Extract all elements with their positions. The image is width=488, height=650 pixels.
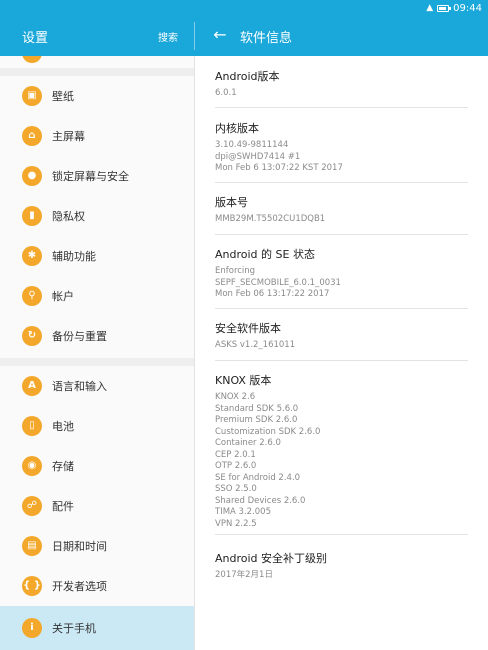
group-divider bbox=[0, 68, 195, 76]
info-value: Shared Devices 2.6.0 bbox=[215, 495, 306, 506]
developer-icon: { } bbox=[22, 576, 42, 596]
info-value: Mon Feb 06 13:17:22 2017 bbox=[215, 289, 330, 299]
info-value: SEPF_SECMOBILE_6.0.1_0031 bbox=[215, 277, 341, 288]
settings-menu: ▣ 壁纸 ⌂ 主屏幕 ● 锁定屏幕与安全 ▮ 隐私权 ✱ 辅助功能 ⚲ 帐户 ↻… bbox=[0, 56, 195, 650]
info-value: Container 2.6.0 bbox=[215, 438, 281, 448]
info-security-software: 安全软件版本 ASKS v1.2_161011 bbox=[195, 322, 488, 352]
menu-item-label: 配件 bbox=[52, 500, 74, 513]
page-title: 软件信息 bbox=[240, 31, 293, 46]
menu-item-accessibility[interactable]: ✱ 辅助功能 bbox=[0, 236, 195, 276]
header-divider bbox=[194, 22, 195, 50]
info-value: Mon Feb 6 13:07:22 KST 2017 bbox=[215, 163, 343, 173]
info-value: 3.10.49-9811144 bbox=[215, 140, 289, 150]
group-divider bbox=[0, 358, 195, 366]
status-time: 09:44 bbox=[453, 2, 482, 14]
battery-icon: ▯ bbox=[22, 416, 42, 436]
key-icon: ⚲ bbox=[22, 286, 42, 306]
info-value: 6.0.1 bbox=[215, 88, 237, 98]
info-value: Standard SDK 5.6.0 bbox=[215, 403, 299, 414]
info-value: TIMA 3.2.005 bbox=[215, 507, 271, 517]
menu-item-label: 锁定屏幕与安全 bbox=[52, 170, 129, 183]
info-title: 内核版本 bbox=[215, 122, 259, 135]
info-title: Android版本 bbox=[215, 70, 280, 83]
info-value: CEP 2.0.1 bbox=[215, 449, 256, 460]
menu-item-label: 帐户 bbox=[52, 290, 74, 303]
info-title: KNOX 版本 bbox=[215, 374, 272, 387]
menu-item-accounts[interactable]: ⚲ 帐户 bbox=[0, 276, 195, 316]
info-value: SSO 2.5.0 bbox=[215, 484, 257, 494]
info-title: Android 安全补丁级别 bbox=[215, 552, 328, 565]
info-value: ASKS v1.2_161011 bbox=[215, 340, 296, 350]
wifi-icon: ▲ bbox=[426, 3, 434, 13]
partially-hidden-icon bbox=[22, 56, 42, 63]
menu-item-label: 开发者选项 bbox=[52, 580, 107, 593]
menu-item-storage[interactable]: ◉ 存储 bbox=[0, 446, 195, 486]
menu-item-developer-options[interactable]: { } 开发者选项 bbox=[0, 566, 195, 606]
menu-item-backup-reset[interactable]: ↻ 备份与重置 bbox=[0, 316, 195, 356]
info-value: dpi@SWHD7414 #1 bbox=[215, 151, 301, 162]
info-divider bbox=[215, 234, 468, 235]
info-title: 安全软件版本 bbox=[215, 322, 281, 335]
info-divider bbox=[215, 107, 468, 108]
menu-item-privacy[interactable]: ▮ 隐私权 bbox=[0, 196, 195, 236]
back-arrow-icon[interactable]: ← bbox=[210, 24, 230, 46]
status-bar: ▲ 09:44 bbox=[0, 0, 488, 16]
info-divider bbox=[215, 182, 468, 183]
backup-icon: ↻ bbox=[22, 326, 42, 346]
software-info-panel: Android版本 6.0.1 内核版本 3.10.49-9811144 dpi… bbox=[195, 56, 488, 650]
info-divider bbox=[215, 534, 468, 535]
menu-item-language-input[interactable]: A 语言和输入 bbox=[0, 366, 195, 406]
home-icon: ⌂ bbox=[22, 126, 42, 146]
accessory-icon: ☍ bbox=[22, 496, 42, 516]
menu-item-label: 电池 bbox=[52, 420, 74, 433]
privacy-icon: ▮ bbox=[22, 206, 42, 226]
info-divider bbox=[215, 360, 468, 361]
menu-item-label: 主屏幕 bbox=[52, 130, 85, 143]
menu-item-battery[interactable]: ▯ 电池 bbox=[0, 406, 195, 446]
settings-title: 设置 bbox=[22, 31, 49, 46]
menu-item-label: 语言和输入 bbox=[52, 380, 107, 393]
menu-item-home-screen[interactable]: ⌂ 主屏幕 bbox=[0, 116, 195, 156]
menu-item-label: 关于手机 bbox=[52, 622, 96, 635]
info-se-status: Android 的 SE 状态 Enforcing SEPF_SECMOBILE… bbox=[195, 248, 488, 301]
lock-icon: ● bbox=[22, 166, 42, 186]
menu-item-accessories[interactable]: ☍ 配件 bbox=[0, 486, 195, 526]
info-android-version: Android版本 6.0.1 bbox=[195, 70, 488, 100]
info-knox-version: KNOX 版本 KNOX 2.6 Standard SDK 5.6.0 Prem… bbox=[195, 374, 488, 530]
calendar-icon: ▤ bbox=[22, 536, 42, 556]
info-security-patch: Android 安全补丁级别 2017年2月1日 bbox=[195, 552, 488, 582]
info-divider bbox=[215, 308, 468, 309]
menu-item-label: 日期和时间 bbox=[52, 540, 107, 553]
wallpaper-icon: ▣ bbox=[22, 86, 42, 106]
menu-item-about-phone[interactable]: i 关于手机 bbox=[0, 606, 195, 650]
info-value: SE for Android 2.4.0 bbox=[215, 472, 301, 483]
info-value: Enforcing bbox=[215, 266, 256, 276]
menu-item-date-time[interactable]: ▤ 日期和时间 bbox=[0, 526, 195, 566]
info-value: OTP 2.6.0 bbox=[215, 461, 257, 471]
info-icon: i bbox=[22, 618, 42, 638]
accessibility-icon: ✱ bbox=[22, 246, 42, 266]
info-value: VPN 2.2.5 bbox=[215, 518, 257, 529]
info-title: Android 的 SE 状态 bbox=[215, 248, 315, 261]
menu-item-label: 壁纸 bbox=[52, 90, 74, 103]
battery-status-icon bbox=[437, 4, 452, 12]
info-title: 版本号 bbox=[215, 196, 248, 209]
info-value: MMB29M.T5502CU1DQB1 bbox=[215, 214, 326, 224]
info-value: KNOX 2.6 bbox=[215, 392, 256, 402]
language-icon: A bbox=[22, 376, 42, 396]
menu-item-label: 存储 bbox=[52, 460, 74, 473]
search-button[interactable]: 搜索 bbox=[158, 29, 178, 44]
menu-item-lock-screen[interactable]: ● 锁定屏幕与安全 bbox=[0, 156, 195, 196]
info-value: 2017年2月1日 bbox=[215, 570, 273, 580]
menu-item-label: 辅助功能 bbox=[52, 250, 96, 263]
storage-icon: ◉ bbox=[22, 456, 42, 476]
info-build-number: 版本号 MMB29M.T5502CU1DQB1 bbox=[195, 196, 488, 226]
info-value: Premium SDK 2.6.0 bbox=[215, 415, 298, 425]
menu-item-label: 备份与重置 bbox=[52, 330, 107, 343]
info-kernel-version: 内核版本 3.10.49-9811144 dpi@SWHD7414 #1 Mon… bbox=[195, 122, 488, 175]
menu-item-label: 隐私权 bbox=[52, 210, 85, 223]
info-value: Customization SDK 2.6.0 bbox=[215, 426, 321, 437]
app-bar: 设置 搜索 ← 软件信息 bbox=[0, 16, 488, 56]
menu-item-wallpaper[interactable]: ▣ 壁纸 bbox=[0, 76, 195, 116]
